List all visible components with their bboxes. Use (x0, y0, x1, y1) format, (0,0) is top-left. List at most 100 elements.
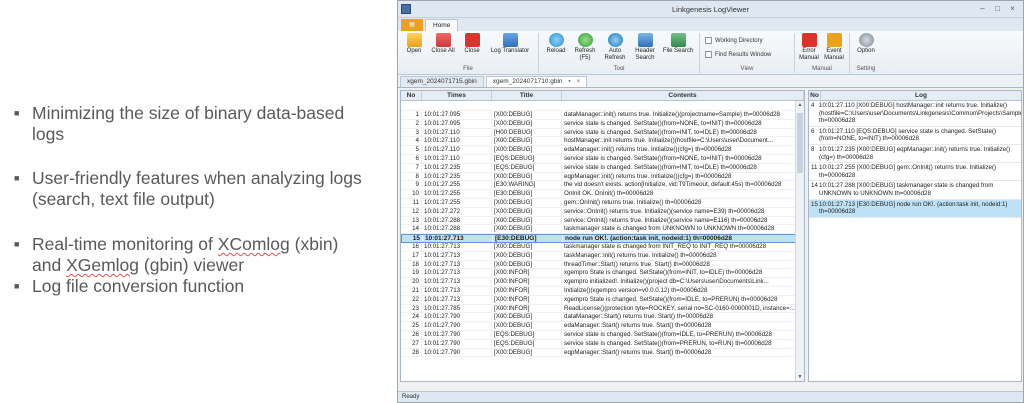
close-all-icon (435, 33, 451, 47)
pin-tab-icon[interactable]: ▪ (568, 78, 570, 85)
col-header-no[interactable]: No (401, 91, 422, 100)
table-row[interactable]: 17 10:01:27.713 [X00:DEBUG] taskManager::in… (401, 251, 804, 261)
cell-title: [EQS:DEBUG] (492, 154, 562, 163)
cell-no: 11 (401, 198, 422, 207)
table-row[interactable]: 16 10:01:27.713 [X00:DEBUG] taskmanager sta… (401, 242, 804, 252)
table-row[interactable]: 19 10:01:27.713 [X00:INFOR] xgempro State i… (401, 269, 804, 279)
list-item[interactable]: 11 10:01:27.255 [X00:DEBUG] gem::OnInit()… (809, 163, 1021, 182)
cell-time: 10:01:27.288 (422, 216, 492, 225)
table-row[interactable]: 20 10:01:27.713 [X00:INFOR] xgempro initial… (401, 278, 804, 287)
table-row[interactable]: 22 10:01:27.713 [X00:INFOR] xgempro State i… (401, 295, 804, 305)
reload-button[interactable]: Reload (543, 33, 569, 55)
table-row[interactable]: 14 10:01:27.288 [X00:DEBUG] taskmanager sta… (401, 225, 804, 235)
table-row[interactable]: 24 10:01:27.790 [X00:DEBUG] dataManager::St… (401, 313, 804, 323)
cell-content: threadTimer::Start() returns true. Start… (562, 260, 804, 269)
col-header-log[interactable]: Log (821, 91, 1021, 100)
group-label-file: File (463, 66, 473, 72)
cell-no: 21 (401, 286, 422, 295)
event-manual-icon (826, 33, 842, 47)
table-row[interactable]: 4 10:01:27.110 [X00:DEBUG] hostManager::ini… (401, 137, 804, 147)
table-row[interactable]: 28 10:01:27.790 [X00:DEBUG] eqpManager::Sta… (401, 348, 804, 358)
list-item[interactable]: 14 10:01:27.288 [X00:DEBUG] taskmanager s… (809, 181, 1021, 200)
col-header-title[interactable]: Title (492, 91, 562, 100)
group-label-view: View (740, 66, 754, 72)
filter-row[interactable] (401, 101, 804, 111)
log-text: 10:01:27.110 [X00:DEBUG] hostManager::in… (819, 102, 1021, 125)
close-button[interactable]: Close (460, 33, 484, 55)
table-row[interactable]: 10 10:01:27.255 [E30:DEBUG] OnInit OK. OnIn… (401, 190, 804, 199)
table-row[interactable]: 15 10:01:27.713 [E30:DEBUG] node run OK!. (… (401, 234, 804, 243)
tab-doc-2[interactable]: xgem_2024071710.gbin ▪ × (485, 76, 588, 87)
cell-title: [EQS:DEBUG] (492, 163, 562, 172)
col-header-times[interactable]: Times (422, 91, 492, 100)
event-manual-button[interactable]: Event Manual (822, 33, 846, 62)
refresh-button[interactable]: Refresh (F5) (571, 33, 599, 62)
table-row[interactable]: 12 10:01:27.272 [X00:DEBUG] service::OnInit… (401, 207, 804, 217)
scroll-down-icon[interactable]: ▼ (796, 373, 804, 381)
tab-home[interactable]: Home (425, 19, 459, 31)
col-header-no[interactable]: No (809, 91, 821, 100)
list-item[interactable]: 4 10:01:27.110 [X00:DEBUG] hostManager::i… (809, 101, 1021, 127)
scroll-thumb[interactable] (797, 113, 803, 173)
working-directory-checkbox[interactable]: Working Directory (705, 37, 763, 44)
header-search-button[interactable]: Header Search (631, 33, 659, 62)
cell-time: 10:01:27.255 (422, 198, 492, 207)
cell-time: 10:01:27.790 (422, 348, 492, 357)
table-row[interactable]: 23 10:01:27.785 [X00:INFOR] ReadLicense()(p… (401, 304, 804, 314)
cell-title: [X00:DEBUG] (492, 225, 562, 234)
close-window-button[interactable]: × (1006, 3, 1019, 14)
table-row[interactable]: 7 10:01:27.235 [EQS:DEBUG] service state is… (401, 163, 804, 173)
cell-title: [X00:DEBUG] (492, 146, 562, 154)
group-separator (538, 33, 539, 73)
ribbon-toolbar: Open Close All Close Log Translator File… (398, 31, 1023, 75)
minimize-button[interactable]: – (976, 3, 989, 14)
table-row[interactable]: 13 10:01:27.288 [X00:DEBUG] service::OnInit… (401, 216, 804, 226)
table-row[interactable]: 25 10:01:27.790 [X00:DEBUG] edaManager::Sta… (401, 322, 804, 331)
close-tab-icon[interactable]: × (576, 78, 580, 85)
slide-bullet: ■ Log file conversion function (14, 276, 245, 296)
table-row[interactable]: 21 10:01:27.713 [X00:INFOR] Initialize()(xg… (401, 286, 804, 296)
cell-title: [H00:DEBUG] (492, 128, 562, 137)
close-all-button[interactable]: Close All (428, 33, 458, 55)
cell-time: 10:01:27.095 (422, 119, 492, 128)
grid-scrollbar[interactable]: ▲ ▼ (795, 101, 804, 381)
table-row[interactable]: 8 10:01:27.235 [X00:DEBUG] eqpManager::init… (401, 172, 804, 182)
list-item[interactable]: 6 10:01:27.110 [EQS:DEBUG] service state … (809, 127, 1021, 145)
table-row[interactable]: 9 10:01:27.255 [E30:WARING] the vid doesn't… (401, 181, 804, 191)
scroll-up-icon[interactable]: ▲ (796, 101, 804, 109)
cell-content: xgempro initialized!. Initialize()(proje… (562, 278, 804, 286)
auto-refresh-button[interactable]: Auto Refresh (601, 33, 629, 62)
cell-no: 20 (401, 278, 422, 286)
list-item[interactable]: 15 10:01:27.713 [E30:DEBUG] node run OK!.… (809, 199, 1021, 218)
cell-content: service::OnInit() returns true. Initiali… (562, 207, 804, 216)
auto-refresh-icon (607, 33, 623, 47)
cell-title: [X00:DEBUG] (492, 207, 562, 216)
table-row[interactable]: 6 10:01:27.110 [EQS:DEBUG] service state is… (401, 154, 804, 164)
cell-time: 10:01:27.713 (422, 251, 492, 260)
table-row[interactable]: 1 10:01:27.095 [X00:DEBUG] dataManager::ini… (401, 111, 804, 120)
table-row[interactable]: 3 10:01:27.110 [H00:DEBUG] service state is… (401, 128, 804, 138)
table-row[interactable]: 27 10:01:27.790 [EQS:DEBUG] service state i… (401, 339, 804, 349)
cell-content: taskManager::init() returns true. Initia… (562, 251, 804, 260)
option-button[interactable]: Option (853, 33, 879, 55)
table-row[interactable]: 2 10:01:27.095 [X00:DEBUG] service state is… (401, 119, 804, 129)
cell-title: [X00:DEBUG] (492, 313, 562, 322)
table-row[interactable]: 5 10:01:27.110 [X00:DEBUG] edaManager::init… (401, 146, 804, 155)
table-row[interactable]: 11 10:01:27.255 [X00:DEBUG] gem::OnInit() r… (401, 198, 804, 208)
open-button[interactable]: Open (402, 33, 426, 55)
reload-icon (548, 33, 564, 47)
tab-doc-1[interactable]: xgem_2024071715.gbin (400, 76, 484, 87)
file-menu-button[interactable]: ▤ (401, 19, 423, 31)
log-translator-button[interactable]: Log Translator (486, 33, 534, 55)
table-row[interactable]: 18 10:01:27.713 [X00:DEBUG] threadTimer::St… (401, 260, 804, 270)
cell-time: 10:01:27.288 (422, 225, 492, 234)
table-row[interactable]: 26 10:01:27.790 [EQS:DEBUG] service state i… (401, 330, 804, 340)
file-search-button[interactable]: File Search (661, 33, 695, 55)
list-item[interactable]: 8 10:01:27.235 [X00:DEBUG] eqpManager::in… (809, 145, 1021, 164)
maximize-button[interactable]: □ (991, 3, 1004, 14)
error-manual-button[interactable]: Error Manual (798, 33, 820, 62)
cell-title: [X00:DEBUG] (492, 172, 562, 181)
bullet-square-icon: ■ (14, 239, 20, 249)
col-header-contents[interactable]: Contents (562, 91, 804, 100)
find-results-checkbox[interactable]: Find Results Window (705, 51, 771, 58)
